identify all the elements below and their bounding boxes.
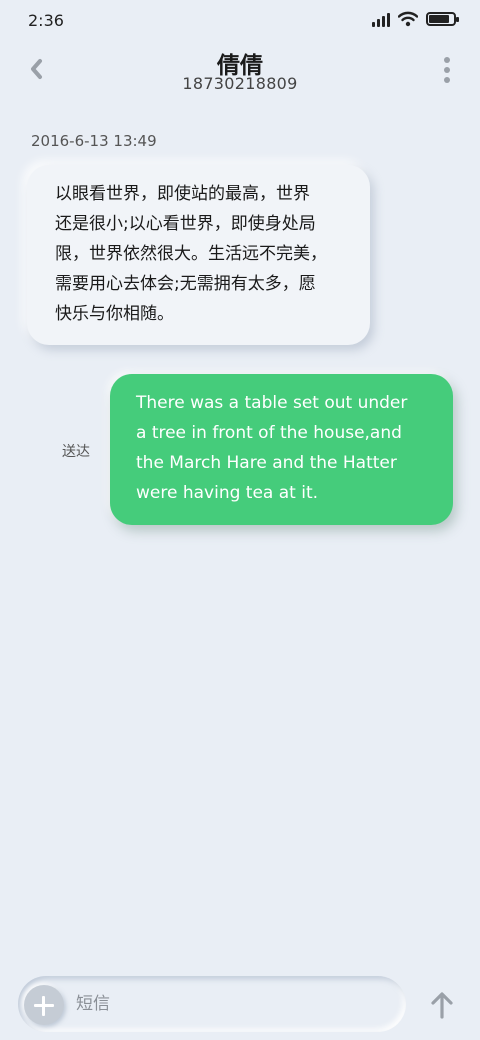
status-time: 2:36 — [28, 11, 64, 30]
contact-number: 18730218809 — [182, 74, 298, 93]
status-bar: 2:36 — [0, 0, 480, 40]
messaging-screen: 2:36 倩倩 18730218809 2016-6-13 13:49 以眼看世 — [0, 0, 480, 1040]
message-timestamp: 2016-6-13 13:49 — [31, 132, 157, 150]
delivery-status: 送达 — [62, 444, 90, 460]
message-line: 快乐与你相随。 — [55, 304, 174, 324]
arrow-up-icon[interactable] — [428, 990, 456, 1020]
battery-icon — [426, 12, 459, 26]
cellular-signal-icon — [372, 12, 390, 27]
message-line: 需要用心去体会;无需拥有太多，愿 — [55, 274, 316, 294]
message-line: There was a table set out under — [136, 393, 408, 413]
plus-icon[interactable] — [24, 985, 64, 1025]
outgoing-message-bubble[interactable]: There was a table set out under a tree i… — [110, 374, 453, 525]
wifi-icon — [398, 11, 418, 27]
battery-level-fill — [429, 15, 450, 23]
message-line: 以眼看世界，即使站的最高，世界 — [55, 184, 310, 204]
incoming-message-bubble[interactable]: 以眼看世界，即使站的最高，世界 还是很小;以心看世界，即使身处局 限，世界依然很… — [27, 165, 370, 345]
composer-bar — [18, 976, 406, 1032]
conversation-header: 倩倩 18730218809 — [0, 40, 480, 102]
message-line: were having tea at it. — [136, 483, 319, 503]
message-input[interactable] — [76, 990, 376, 1018]
status-icons — [372, 11, 459, 27]
message-line: the March Hare and the Hatter — [136, 453, 397, 473]
message-line: a tree in front of the house,and — [136, 423, 402, 443]
more-vertical-icon[interactable] — [442, 57, 452, 83]
message-line: 限，世界依然很大。生活远不完美， — [55, 244, 327, 264]
message-line: 还是很小;以心看世界，即使身处局 — [55, 214, 316, 234]
